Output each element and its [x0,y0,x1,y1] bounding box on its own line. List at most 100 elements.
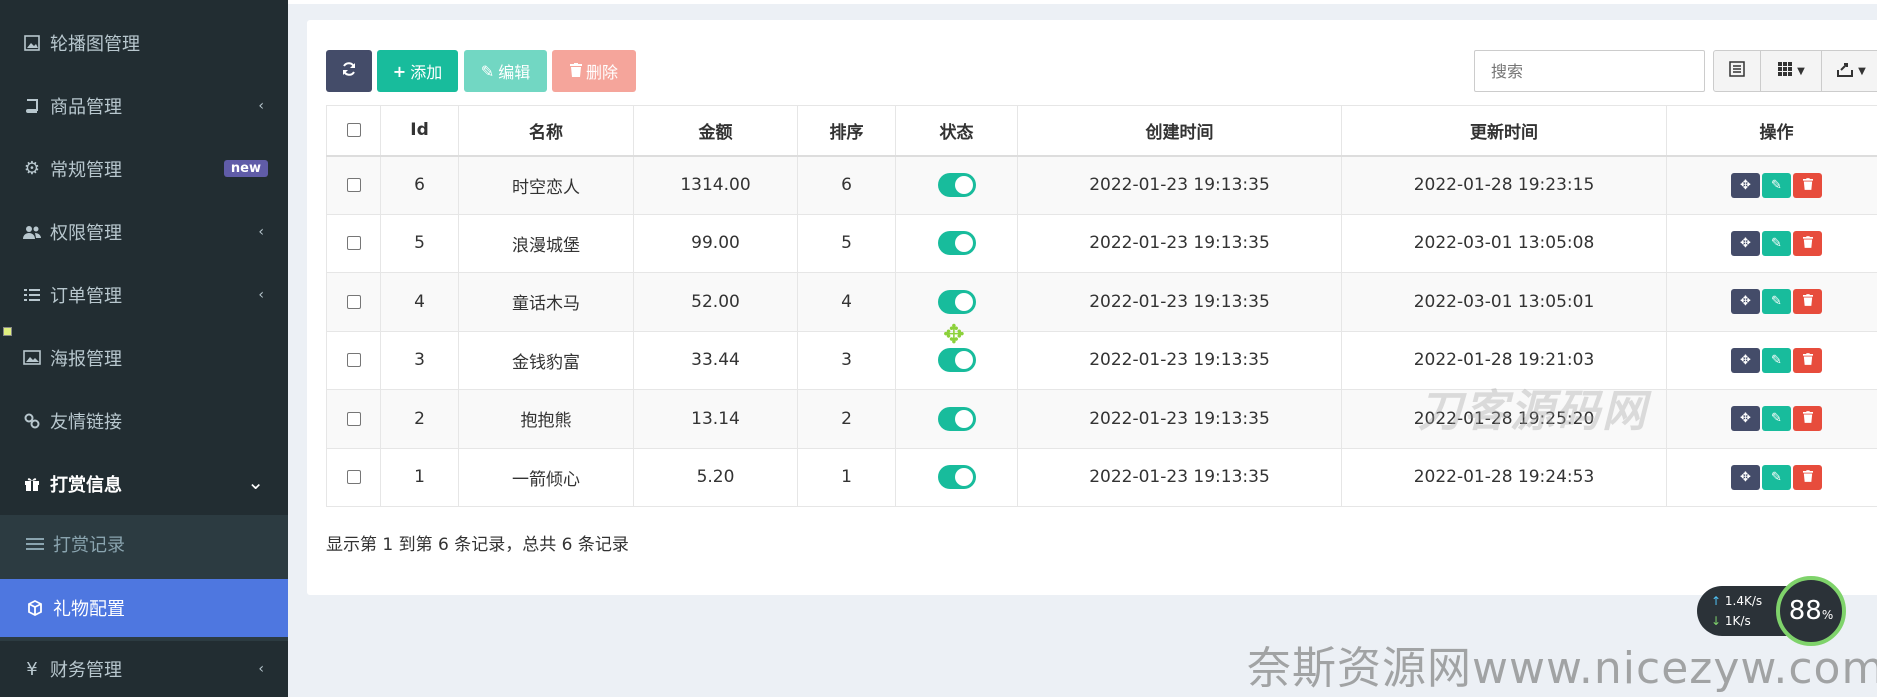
drag-sort-button[interactable]: ✥ [1731,172,1760,198]
memory-gauge[interactable]: 88% [1776,576,1846,646]
row-checkbox[interactable] [346,353,361,368]
row-checkbox[interactable] [346,178,361,192]
created-cell: 2022-01-23 19:13:35 [1017,213,1342,273]
column-header[interactable]: 状态 [895,105,1018,157]
sidebar-item-rewards[interactable]: 打赏信息 ⌄ [0,452,288,515]
refresh-button[interactable] [326,50,372,92]
column-header[interactable]: 金额 [633,105,798,157]
trash-icon [1802,352,1813,365]
sidebar-item-general[interactable]: ⚙ 常规管理 new [0,137,288,200]
row-delete-button[interactable] [1793,172,1822,198]
chevron-left-icon: ‹ [258,286,264,303]
row-delete-button[interactable] [1793,406,1822,432]
upload-speed: ↑ 1.4K/s [1711,594,1763,608]
name-cell: 一箭倾心 [458,447,634,507]
name-cell: 金钱豹富 [458,330,634,390]
column-header[interactable]: 排序 [797,105,896,157]
row-checkbox[interactable] [346,470,361,485]
table-row[interactable]: 1 一箭倾心 5.20 1 2022-01-23 19:13:35 2022-01-28 … [326,447,1877,507]
sidebar-subitem-reward-records[interactable]: 打赏记录 [0,515,288,573]
row-delete-button[interactable] [1793,464,1822,490]
picture-icon [22,348,42,368]
row-edit-button[interactable]: ✎ [1762,172,1791,198]
row-edit-button[interactable]: ✎ [1762,406,1791,432]
export-button[interactable]: ▼ [1821,50,1877,92]
column-header[interactable]: 创建时间 [1017,105,1342,157]
id-cell: 3 [380,330,459,390]
drag-sort-button[interactable]: ✥ [1731,464,1760,490]
sort-cell: 1 [797,447,896,507]
status-toggle[interactable] [937,348,976,373]
amount-cell: 33.44 [633,330,798,390]
drag-sort-button[interactable]: ✥ [1731,289,1760,315]
sidebar-item-products[interactable]: 商品管理 ‹ [0,74,288,137]
delete-button[interactable]: 删除 [552,50,636,92]
row-checkbox[interactable] [346,411,361,426]
table-header-row: Id 名称 金额 排序 状态 创建时间 更新时间 操作 [326,105,1877,157]
status-toggle[interactable] [937,465,976,490]
pencil-icon: ✎ [1771,294,1782,310]
select-all-checkbox[interactable] [346,123,361,138]
row-delete-button[interactable] [1793,289,1822,315]
status-cell [895,213,1018,273]
search-input[interactable] [1474,50,1705,92]
sidebar-item-label: 权限管理 [50,222,122,244]
row-edit-button[interactable]: ✎ [1762,464,1791,490]
sidebar-item-carousel[interactable]: 轮播图管理 [0,11,288,74]
row-edit-button[interactable]: ✎ [1762,347,1791,373]
watermark-site: 奈斯资源网www.nicezyw.com [1247,643,1877,694]
row-delete-button[interactable] [1793,230,1822,256]
column-header[interactable]: Id [380,105,459,157]
status-toggle[interactable] [937,173,976,197]
drag-sort-button[interactable]: ✥ [1731,230,1760,256]
actions-cell: ✥ ✎ [1666,447,1877,507]
created-cell: 2022-01-23 19:13:35 [1017,155,1342,215]
status-toggle[interactable] [937,289,976,314]
overlay-marker [3,327,12,336]
columns-button[interactable]: ▼ [1760,50,1822,92]
refresh-icon [341,61,357,81]
add-button[interactable]: + 添加 [377,50,458,92]
pencil-icon: ✎ [1771,411,1782,427]
name-cell: 浪漫城堡 [458,213,634,273]
amount-cell: 1314.00 [633,155,798,215]
toggle-view-button[interactable] [1713,50,1761,92]
sidebar-item-finance[interactable]: ¥ 财务管理 ‹ [0,641,288,697]
created-cell: 2022-01-23 19:13:35 [1017,447,1342,507]
row-delete-button[interactable] [1793,347,1822,373]
table-row[interactable]: 5 浪漫城堡 99.00 5 2022-01-23 19:13:35 2022-03-01… [326,213,1877,273]
updated-cell: 2022-01-28 19:24:53 [1341,447,1667,507]
id-cell: 2 [380,389,459,449]
row-edit-button[interactable]: ✎ [1762,289,1791,315]
caret-down-icon: ▼ [1797,65,1805,77]
table-row[interactable]: 6 时空恋人 1314.00 6 2022-01-23 19:13:35 2022-01-… [326,155,1877,215]
sidebar-item-permissions[interactable]: 权限管理 ‹ [0,200,288,263]
sidebar-item-label: 订单管理 [50,285,122,307]
column-header[interactable]: 更新时间 [1341,105,1667,157]
sidebar-item-orders[interactable]: 订单管理 ‹ [0,263,288,326]
row-select-cell [326,447,381,507]
created-cell: 2022-01-23 19:13:35 [1017,272,1342,332]
pencil-icon: ✎ [1771,352,1782,368]
chevron-down-icon: ⌄ [247,470,264,494]
status-cell [895,155,1018,215]
table-row[interactable]: 4 童话木马 52.00 4 2022-01-23 19:13:35 2022-03-01… [326,272,1877,332]
gift-icon [22,474,42,494]
edit-button[interactable]: ✎ 编辑 [464,50,547,92]
row-checkbox[interactable] [346,236,361,251]
list-alt-icon [1729,61,1745,81]
status-toggle[interactable] [937,231,976,256]
sidebar-subitem-gift-config[interactable]: 礼物配置 [0,579,288,637]
row-checkbox[interactable] [346,294,361,309]
sidebar: 轮播图管理 商品管理 ‹ ⚙ 常规管理 new 权限管理 ‹ 订单管理 ‹ 海报… [0,0,288,697]
chevron-left-icon: ‹ [258,97,264,114]
drag-sort-button[interactable]: ✥ [1731,406,1760,432]
sidebar-item-posters[interactable]: 海报管理 [0,326,288,389]
trash-icon [1802,294,1813,307]
status-toggle[interactable] [937,406,976,431]
sidebar-item-links[interactable]: 友情链接 [0,389,288,452]
column-header[interactable]: 名称 [458,105,634,157]
drag-sort-button[interactable]: ✥ [1731,347,1760,373]
amount-cell: 99.00 [633,213,798,273]
row-edit-button[interactable]: ✎ [1762,230,1791,256]
